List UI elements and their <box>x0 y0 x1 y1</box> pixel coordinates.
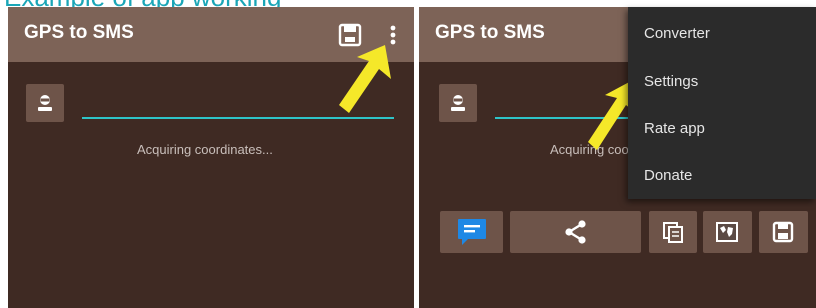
send-sms-button[interactable] <box>440 211 503 253</box>
menu-item-rate-app[interactable]: Rate app <box>628 105 816 153</box>
menu-item-donate[interactable]: Donate <box>628 152 816 200</box>
status-text: Acquiring coordinates... <box>137 142 273 157</box>
contact-icon <box>451 95 465 111</box>
share-button[interactable] <box>510 211 641 253</box>
menu-item-converter[interactable]: Converter <box>628 10 816 58</box>
left-phone-screen: GPS to SMS Acquiring coordinates... <box>8 7 414 308</box>
overflow-menu: Converter Settings Rate app Donate <box>628 7 816 199</box>
save-icon <box>772 221 794 243</box>
menu-item-settings[interactable]: Settings <box>628 58 816 106</box>
share-icon <box>565 220 586 244</box>
copy-button[interactable] <box>649 211 697 253</box>
save-location-button[interactable] <box>759 211 808 253</box>
map-icon <box>716 222 738 242</box>
contact-picker-button[interactable] <box>26 84 64 122</box>
contact-icon <box>38 95 52 111</box>
app-title: GPS to SMS <box>435 22 545 43</box>
app-title: GPS to SMS <box>24 22 134 43</box>
contact-picker-button[interactable] <box>439 84 477 122</box>
copy-icon <box>663 222 683 243</box>
pointer-arrow <box>339 45 391 113</box>
sms-icon <box>458 219 486 245</box>
map-button[interactable] <box>703 211 752 253</box>
phone-number-input[interactable] <box>82 117 394 119</box>
